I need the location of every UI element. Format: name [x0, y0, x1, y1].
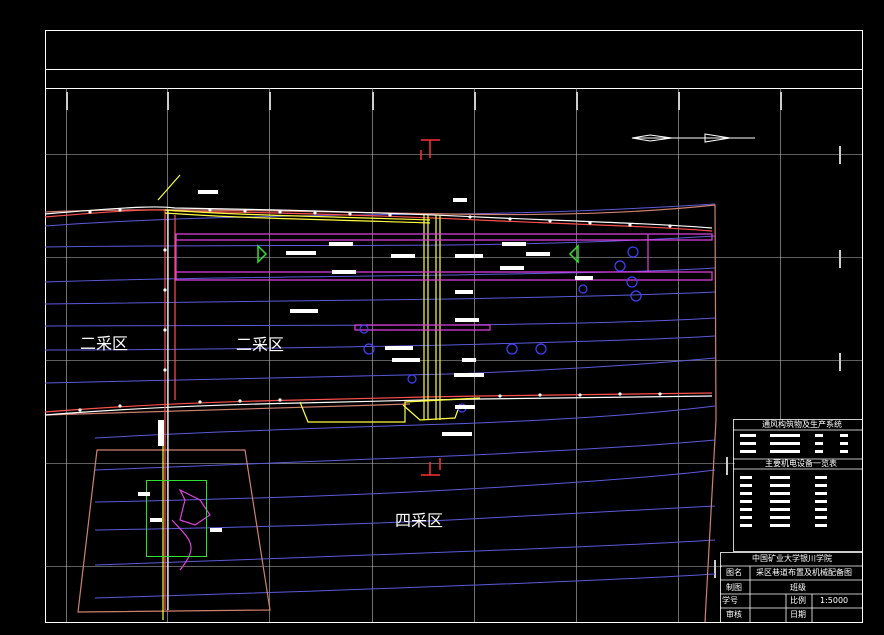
equipment-table-title: 主要机电设备一览表 [765, 459, 837, 468]
ventilation-table-title: 通风构筑物及生产系统 [762, 420, 842, 429]
draw-label: 制图 [726, 583, 742, 592]
review-label: 审核 [726, 610, 742, 619]
north-arrow-icon [631, 133, 755, 143]
region-label-west-1: 二采区 [80, 334, 129, 353]
main-roadways [44, 206, 713, 416]
region-label-west-2: 二采区 [236, 335, 285, 354]
title-block [720, 419, 863, 623]
drawing-name-label: 图名 [726, 568, 742, 577]
legend-rows [740, 434, 848, 527]
class-label: 班级 [790, 583, 806, 592]
scale-value: 1:5000 [820, 596, 849, 605]
student-label: 学号 [722, 596, 738, 605]
mine-layout-drawing [44, 30, 863, 623]
grid-coordinate-marks [66, 92, 841, 578]
drawing-name: 采区巷道布置及机械配备图 [756, 568, 852, 577]
school-name: 中国矿业大学银川学院 [752, 554, 832, 563]
vertical-roadway [164, 210, 176, 610]
region-label-south: 四采区 [395, 511, 444, 530]
scale-label: 比例 [790, 596, 806, 605]
date-label: 日期 [790, 610, 806, 619]
